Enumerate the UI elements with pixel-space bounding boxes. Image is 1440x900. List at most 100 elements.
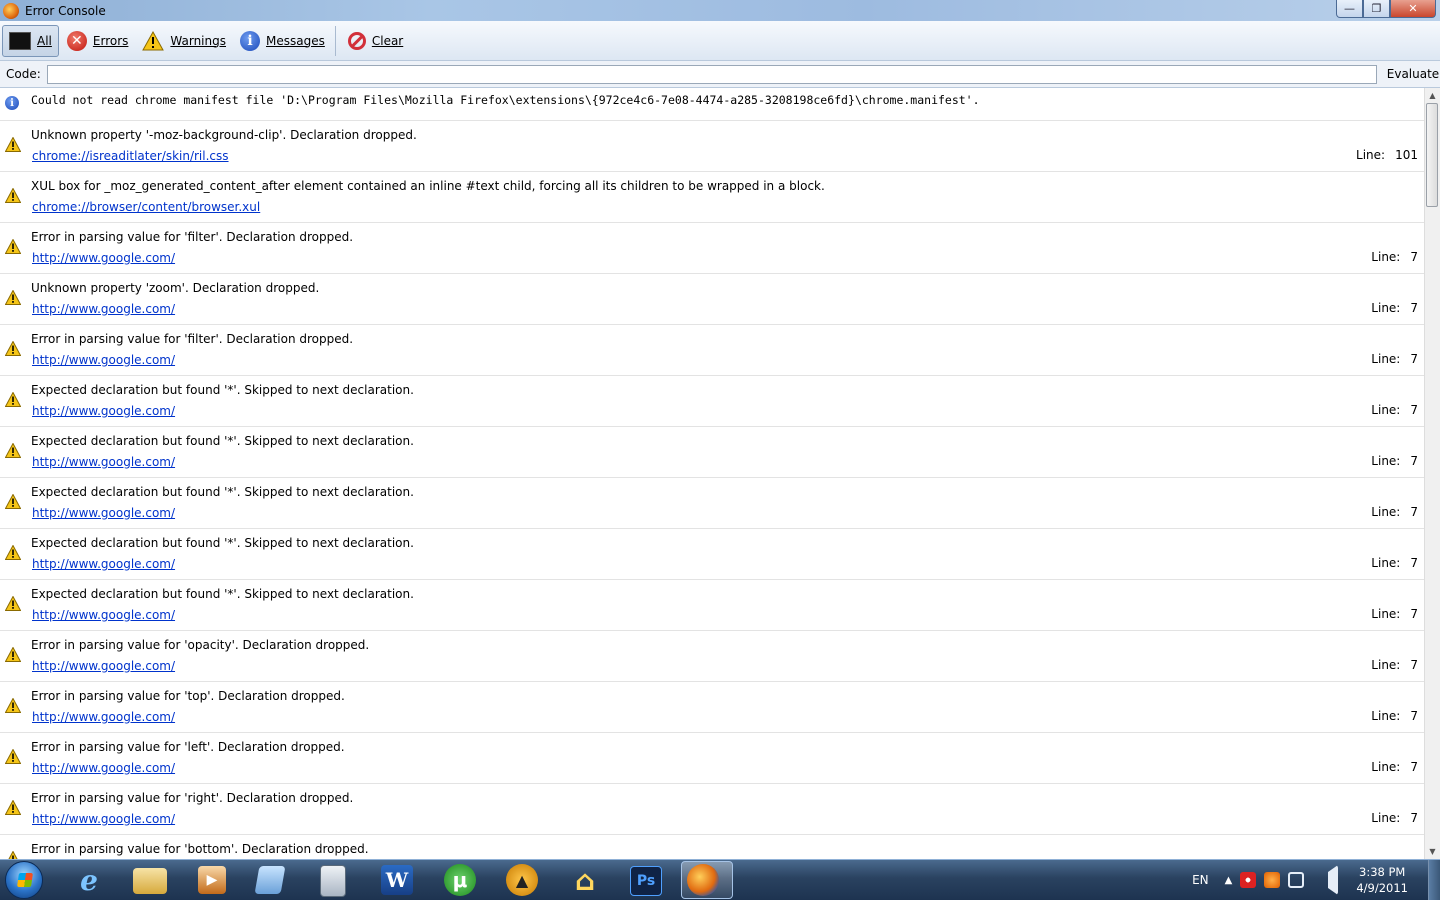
message-text: Expected declaration but found '*'. Skip…	[31, 434, 414, 448]
minimize-button[interactable]: —	[1336, 0, 1363, 18]
message-source-link[interactable]: http://www.google.com/	[32, 557, 175, 571]
aimp-icon[interactable]: ▲	[506, 864, 538, 896]
message-row[interactable]: Error in parsing value for 'bottom'. Dec…	[0, 835, 1424, 859]
scroll-thumb[interactable]	[1426, 103, 1438, 207]
line-value: 7	[1410, 556, 1418, 570]
home-icon[interactable]: ⌂	[568, 863, 602, 897]
message-row[interactable]: Expected declaration but found '*'. Skip…	[0, 529, 1424, 580]
media-player-icon[interactable]: ▶	[198, 866, 226, 894]
message-row[interactable]: Error in parsing value for 'left'. Decla…	[0, 733, 1424, 784]
line-number: Line: 7	[1371, 505, 1418, 519]
messages-button[interactable]: i Messages	[234, 25, 331, 57]
close-button[interactable]: ✕	[1390, 0, 1436, 18]
code-bar: Code: Evaluate	[0, 61, 1440, 88]
message-text: Expected declaration but found '*'. Skip…	[31, 485, 414, 499]
utorrent-icon[interactable]: μ	[444, 864, 476, 896]
message-source-link[interactable]: chrome://browser/content/browser.xul	[32, 200, 260, 214]
message-row[interactable]: Expected declaration but found '*'. Skip…	[0, 478, 1424, 529]
message-row[interactable]: Expected declaration but found '*'. Skip…	[0, 580, 1424, 631]
info-icon: i	[5, 96, 21, 112]
volume-icon[interactable]	[1312, 865, 1339, 895]
clock[interactable]: 3:38 PM 4/9/2011	[1356, 864, 1408, 896]
message-row[interactable]: Expected declaration but found '*'. Skip…	[0, 376, 1424, 427]
calculator-icon[interactable]	[320, 865, 346, 897]
message-row[interactable]: Error in parsing value for 'filter'. Dec…	[0, 223, 1424, 274]
line-label: Line:	[1371, 556, 1401, 570]
restore-button[interactable]: ❐	[1363, 0, 1390, 18]
message-row[interactable]: Error in parsing value for 'filter'. Dec…	[0, 325, 1424, 376]
folder-icon[interactable]	[133, 868, 167, 894]
firefox-icon[interactable]	[687, 864, 719, 896]
message-row[interactable]: Expected declaration but found '*'. Skip…	[0, 427, 1424, 478]
message-list[interactable]: i Could not read chrome manifest file 'D:…	[0, 88, 1424, 859]
message-source-link[interactable]: chrome://isreaditlater/skin/ril.css	[32, 149, 229, 163]
line-value: 7	[1410, 250, 1418, 264]
message-source-link[interactable]: http://www.google.com/	[32, 506, 175, 520]
ccleaner-icon[interactable]	[1240, 872, 1257, 888]
line-label: Line:	[1371, 454, 1401, 468]
clear-button[interactable]: Clear	[342, 25, 409, 57]
network-icon[interactable]	[1288, 872, 1305, 888]
message-row[interactable]: Error in parsing value for 'right'. Decl…	[0, 784, 1424, 835]
line-value: 7	[1410, 760, 1418, 774]
message-source-link[interactable]: http://www.google.com/	[32, 659, 175, 673]
errors-button[interactable]: ✕ Errors	[61, 25, 135, 57]
warning-icon	[5, 698, 21, 714]
message-text: XUL box for _moz_generated_content_after…	[31, 179, 825, 193]
internet-explorer-icon[interactable]: e	[72, 863, 106, 897]
message-source-link[interactable]: http://www.google.com/	[32, 302, 175, 316]
show-hidden-icons-icon[interactable]: ▲	[1225, 875, 1233, 886]
language-indicator[interactable]: EN	[1192, 873, 1209, 887]
message-source-link[interactable]: http://www.google.com/	[32, 761, 175, 775]
line-value: 7	[1410, 709, 1418, 723]
message-row[interactable]: Unknown property '-moz-background-clip'.…	[0, 121, 1424, 172]
line-number: Line: 7	[1371, 760, 1418, 774]
warning-icon	[5, 290, 21, 306]
photoshop-icon[interactable]: Ps	[630, 866, 662, 896]
line-value: 7	[1410, 505, 1418, 519]
message-text: Could not read chrome manifest file 'D:\…	[31, 93, 980, 107]
line-label: Line:	[1371, 352, 1401, 366]
notes-icon[interactable]	[254, 866, 286, 894]
scroll-down-arrow-icon[interactable]: ▼	[1425, 844, 1440, 859]
line-number: Line: 7	[1371, 403, 1418, 417]
message-row[interactable]: Error in parsing value for 'top'. Declar…	[0, 682, 1424, 733]
message-source-link[interactable]: http://www.google.com/	[32, 710, 175, 724]
all-button[interactable]: All	[2, 24, 59, 57]
message-source-link[interactable]: http://www.google.com/	[32, 251, 175, 265]
message-source-link[interactable]: http://www.google.com/	[32, 812, 175, 826]
firefox-icon	[3, 2, 19, 19]
warning-icon	[5, 800, 21, 816]
line-value: 7	[1410, 607, 1418, 621]
warning-icon	[5, 851, 21, 859]
warnings-label: Warnings	[170, 33, 226, 48]
message-source-link[interactable]: http://www.google.com/	[32, 608, 175, 622]
message-row[interactable]: Error in parsing value for 'opacity'. De…	[0, 631, 1424, 682]
scroll-up-arrow-icon[interactable]: ▲	[1425, 88, 1440, 103]
line-label: Line:	[1371, 658, 1401, 672]
message-source-link[interactable]: http://www.google.com/	[32, 455, 175, 469]
avast-icon[interactable]	[1264, 872, 1281, 888]
console-icon	[9, 31, 31, 50]
title-bar: Error Console — ❐ ✕	[0, 0, 1440, 21]
message-source-link[interactable]: http://www.google.com/	[32, 404, 175, 418]
warnings-button[interactable]: Warnings	[136, 25, 232, 57]
clock-date: 4/9/2011	[1356, 881, 1408, 895]
code-input[interactable]	[46, 64, 1377, 84]
evaluate-button[interactable]: Evaluate	[1387, 67, 1439, 81]
message-row[interactable]: XUL box for _moz_generated_content_after…	[0, 172, 1424, 223]
message-text: Expected declaration but found '*'. Skip…	[31, 587, 414, 601]
message-row[interactable]: Unknown property 'zoom'. Declaration dro…	[0, 274, 1424, 325]
line-label: Line:	[1371, 709, 1401, 723]
show-desktop-button[interactable]	[1428, 860, 1440, 900]
start-button[interactable]	[5, 861, 43, 899]
word-icon[interactable]: W	[381, 865, 413, 895]
message-text: Error in parsing value for 'filter'. Dec…	[31, 230, 354, 244]
line-value: 7	[1410, 454, 1418, 468]
vertical-scrollbar[interactable]: ▲ ▼	[1424, 88, 1440, 859]
message-source-link[interactable]: http://www.google.com/	[32, 353, 175, 367]
messages-label: Messages	[266, 33, 325, 48]
message-text: Expected declaration but found '*'. Skip…	[31, 536, 414, 550]
message-row[interactable]: i Could not read chrome manifest file 'D:…	[0, 88, 1424, 121]
info-icon: i	[240, 30, 260, 51]
